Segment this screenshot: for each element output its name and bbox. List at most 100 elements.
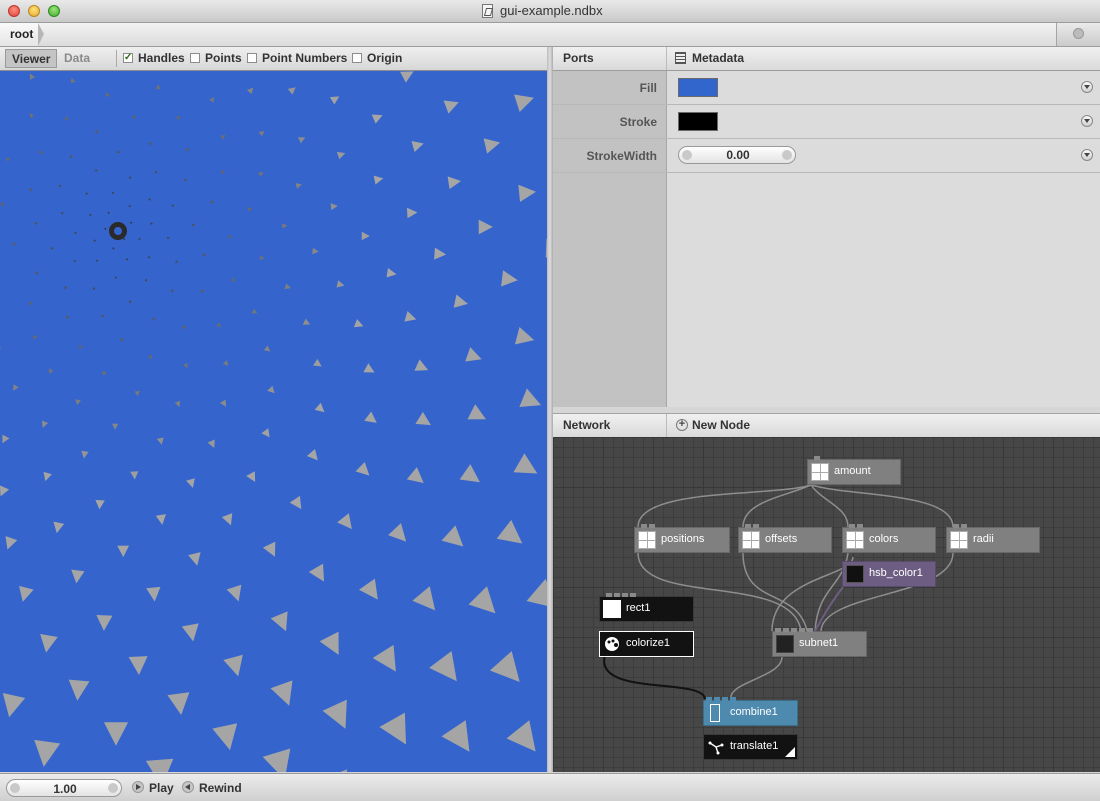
spiral-triangle: [479, 220, 493, 235]
spiral-triangle: [258, 170, 264, 176]
spiral-triangle: [37, 634, 58, 654]
spiral-triangle: [223, 360, 231, 368]
zoom-window-button[interactable]: [48, 5, 60, 17]
new-node-button[interactable]: New Node: [692, 418, 750, 432]
node-radii[interactable]: radii: [946, 527, 1040, 553]
spiral-triangle: [114, 277, 117, 280]
spiral-triangle: [183, 177, 187, 181]
node-combine1[interactable]: combine1: [703, 700, 798, 726]
node-port: [953, 524, 959, 528]
rect-icon: [603, 600, 621, 618]
node-label: positions: [661, 533, 704, 545]
close-window-button[interactable]: [8, 5, 20, 17]
play-icon[interactable]: [132, 781, 144, 793]
node-amount[interactable]: amount: [807, 459, 901, 485]
stroke-color-swatch[interactable]: [678, 112, 718, 131]
node-offsets[interactable]: offsets: [738, 527, 832, 553]
spiral-triangle: [312, 248, 319, 255]
spiral-triangle: [364, 411, 380, 427]
spiral-triangle: [188, 552, 203, 567]
plus-icon[interactable]: +: [676, 419, 688, 431]
node-port: [849, 524, 855, 528]
breadcrumb-item-root[interactable]: root: [0, 23, 38, 46]
spiral-triangle: [176, 114, 182, 120]
node-subnet1[interactable]: subnet1: [772, 631, 867, 657]
spiral-triangle: [315, 403, 328, 416]
grid-icon: [950, 531, 968, 549]
node-colors[interactable]: colors: [842, 527, 936, 553]
spiral-triangle: [27, 72, 35, 80]
spiral-triangle: [320, 769, 358, 772]
node-port: [649, 524, 655, 528]
increment-arrow-icon[interactable]: [108, 783, 118, 793]
node-label: hsb_color1: [869, 567, 923, 579]
spiral-triangle: [263, 542, 281, 560]
handles-checkbox[interactable]: ✓: [123, 53, 133, 63]
spiral-triangle: [182, 325, 187, 330]
fill-color-swatch[interactable]: [678, 78, 718, 97]
spiral-triangle: [209, 96, 216, 103]
node-port: [807, 628, 813, 632]
spiral-triangle: [192, 223, 195, 226]
spiral-triangle: [0, 485, 9, 498]
port-label: StrokeWidth: [586, 149, 657, 163]
tab-data[interactable]: Data: [58, 49, 96, 68]
point-numbers-checkbox[interactable]: [247, 53, 257, 63]
spiral-triangle: [220, 400, 229, 409]
rewind-icon[interactable]: [182, 781, 194, 793]
spiral-triangle: [222, 513, 236, 527]
spiral-triangle: [296, 182, 303, 189]
network-canvas[interactable]: amount positions offsets colors radii hs…: [553, 437, 1100, 772]
zoom-reset-button[interactable]: [1056, 23, 1100, 46]
node-label: colorize1: [626, 637, 670, 649]
breadcrumb-separator-icon: [38, 23, 44, 46]
spiral-triangle: [15, 586, 33, 604]
origin-checkbox[interactable]: [352, 53, 362, 63]
spiral-triangle: [467, 404, 489, 427]
spiral-triangle: [527, 579, 547, 620]
metadata-icon[interactable]: [675, 52, 686, 64]
spiral-triangle: [101, 371, 106, 376]
strokewidth-number-field[interactable]: 0.00: [678, 146, 796, 164]
spiral-triangle: [0, 202, 4, 207]
spiral-triangle: [468, 586, 504, 622]
spiral-triangle: [210, 200, 214, 204]
points-checkbox[interactable]: [190, 53, 200, 63]
port-menu-button[interactable]: [1081, 115, 1093, 127]
viewer-canvas[interactable]: [0, 71, 547, 772]
tab-viewer[interactable]: Viewer: [5, 49, 57, 68]
play-button[interactable]: Play: [149, 781, 174, 795]
node-positions[interactable]: positions: [634, 527, 730, 553]
spiral-triangle: [117, 150, 120, 153]
spiral-triangle: [92, 287, 96, 291]
metadata-button[interactable]: Metadata: [692, 51, 744, 65]
spiral-triangle: [228, 235, 232, 239]
spiral-triangle: [497, 520, 530, 553]
spiral-triangle: [128, 204, 131, 207]
minimize-window-button[interactable]: [28, 5, 40, 17]
spiral-triangle: [101, 314, 105, 318]
spiral-triangle: [95, 259, 98, 262]
frame-number-field[interactable]: 1.00: [6, 779, 122, 797]
spiral-triangle: [138, 237, 141, 240]
spiral-triangle: [145, 279, 149, 283]
spiral-triangle: [454, 295, 470, 311]
spiral-triangle: [72, 259, 76, 263]
node-hsb-color1[interactable]: hsb_color1: [842, 561, 936, 587]
port-menu-button[interactable]: [1081, 81, 1093, 93]
origin-label: Origin: [367, 51, 402, 65]
spiral-triangle: [64, 115, 69, 120]
palette-icon: [603, 635, 621, 653]
spiral-center-dot: [114, 227, 122, 235]
node-translate1[interactable]: translate1: [703, 734, 798, 760]
spiral-triangle: [28, 187, 33, 192]
rewind-button[interactable]: Rewind: [199, 781, 242, 795]
spiral-triangle: [40, 421, 49, 429]
spiral-triangle: [129, 656, 149, 675]
node-label: rect1: [626, 602, 650, 614]
increment-arrow-icon[interactable]: [782, 150, 792, 160]
node-colorize1[interactable]: colorize1: [599, 631, 694, 657]
network-header: Network + New Node: [553, 413, 1100, 438]
node-rect1[interactable]: rect1: [599, 596, 694, 622]
port-menu-button[interactable]: [1081, 149, 1093, 161]
